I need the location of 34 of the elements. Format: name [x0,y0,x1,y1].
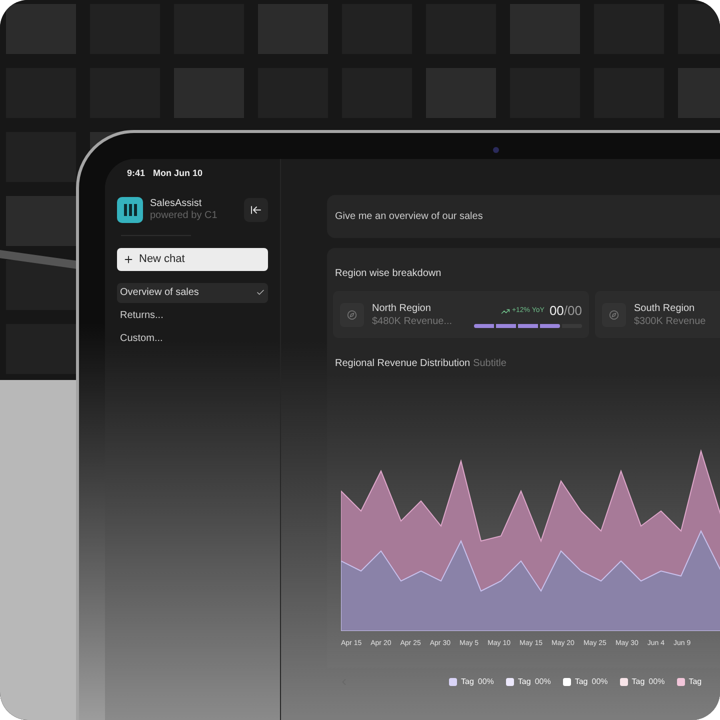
legend-label: Tag [574,676,588,688]
new-chat-button[interactable]: New chat [117,248,268,270]
legend-label: Tag [518,676,531,688]
legend-label: Tag [688,676,702,688]
chart-subtitle: Subtitle [473,357,506,371]
region-name: North Region [372,302,432,314]
app-logo-icon [117,196,143,222]
camera-icon [493,147,499,153]
region-name: South Region [634,302,696,314]
collapse-sidebar-button[interactable] [244,198,268,222]
card-title: Region wise breakdown [334,267,442,281]
app-subtitle: powered by C1 [150,210,218,222]
check-icon [256,288,265,297]
legend-value: 00% [648,676,665,688]
legend-label: Tag [632,676,645,688]
chart-title: Regional Revenue Distribution [335,357,470,371]
status-time: 9:41 [127,167,146,180]
compass-icon [602,302,626,326]
region-score: 00/00 [549,302,582,320]
prompt-message: Give me an overview of our sales [327,195,720,238]
status-date: Mon Jun 10 [153,167,203,180]
legend-value: 00% [478,676,494,688]
sidebar-item[interactable]: Custom... [117,328,268,348]
region-revenue: $480K Revenue... [372,314,452,328]
sidebar-item[interactable]: Overview of sales [117,282,268,302]
compass-icon [340,302,364,326]
legend-value: 00% [592,676,608,688]
sidebar-item[interactable]: Returns... [117,306,268,326]
legend-value: 00% [534,676,551,688]
legend-label: Tag [461,676,474,688]
app-name: SalesAssist [150,198,203,210]
plus-icon [123,254,134,264]
collapse-icon [250,204,262,216]
region-revenue: $300K Revenue [634,314,706,328]
